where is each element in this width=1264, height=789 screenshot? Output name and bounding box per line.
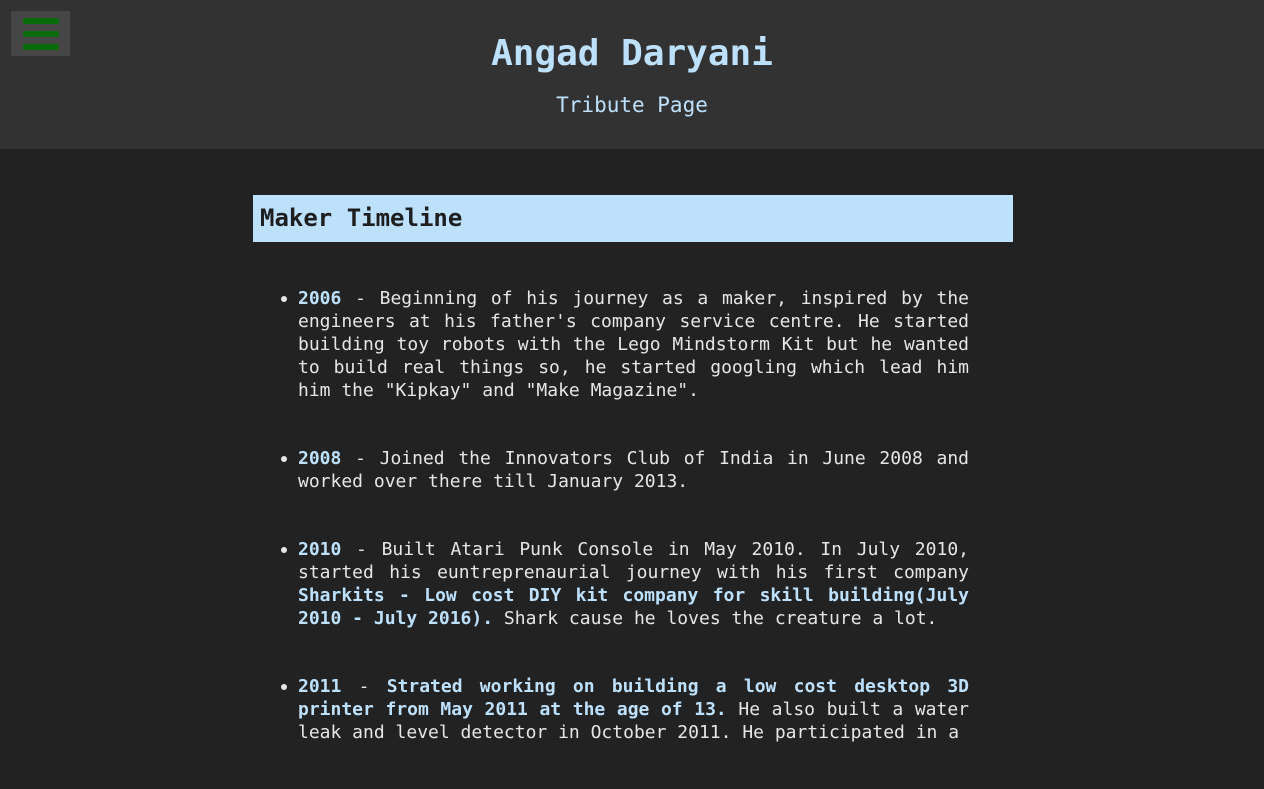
timeline-list: 2006 - Beginning of his journey as a mak… bbox=[281, 287, 969, 789]
timeline-item-2010: 2010 - Built Atari Punk Console in May 2… bbox=[281, 538, 969, 630]
timeline-year: 2008 bbox=[298, 448, 342, 469]
timeline-text: Shark cause he loves the creature a lot. bbox=[493, 608, 938, 629]
page-subtitle: Tribute Page bbox=[556, 93, 708, 117]
timeline-item-2008: 2008 - Joined the Innovators Club of Ind… bbox=[281, 447, 969, 493]
timeline-year: 2011 bbox=[298, 676, 342, 697]
timeline-text: - Beginning of his journey as a maker, i… bbox=[298, 288, 969, 401]
timeline-text: - Joined the Innovators Club of India in… bbox=[298, 448, 969, 492]
timeline-item-2006: 2006 - Beginning of his journey as a mak… bbox=[281, 287, 969, 402]
page-header: Angad Daryani Tribute Page bbox=[0, 0, 1264, 149]
timeline-year: 2010 bbox=[298, 539, 342, 560]
timeline-text: - bbox=[341, 676, 387, 697]
section-heading: Maker Timeline bbox=[253, 195, 1013, 242]
page-title: Angad Daryani bbox=[491, 33, 773, 74]
timeline-text: - Built Atari Punk Console in May 2010. … bbox=[298, 539, 969, 583]
timeline-item-2011: 2011 - Strated working on building a low… bbox=[281, 675, 969, 744]
timeline-year: 2006 bbox=[298, 288, 342, 309]
